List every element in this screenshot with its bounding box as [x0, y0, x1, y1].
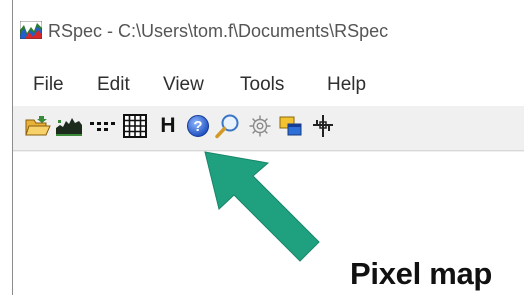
dotted-line-button[interactable] — [89, 112, 117, 140]
overlay-button[interactable] — [277, 112, 305, 140]
menu-tools[interactable]: Tools — [240, 74, 284, 96]
menu-file[interactable]: File — [33, 74, 64, 96]
pixel-map-button[interactable] — [121, 112, 149, 140]
menu-help[interactable]: Help — [327, 74, 366, 96]
svg-text:?: ? — [193, 118, 202, 135]
settings-button[interactable] — [246, 112, 274, 140]
overlay-windows-icon — [279, 116, 302, 136]
crosshair-button[interactable] — [309, 112, 337, 140]
settings-gear-icon — [249, 115, 271, 137]
menu-view[interactable]: View — [163, 74, 204, 96]
open-folder-icon — [25, 116, 51, 136]
app-icon — [20, 21, 42, 39]
menu-edit[interactable]: Edit — [97, 74, 130, 96]
header-h-icon: H — [160, 114, 176, 137]
crosshair-icon — [313, 115, 333, 137]
magnifier-icon — [215, 114, 239, 139]
dotted-line-icon — [90, 122, 115, 131]
help-button[interactable]: ? — [184, 112, 212, 140]
help-icon: ? — [187, 115, 209, 137]
header-button[interactable]: H — [154, 112, 182, 140]
spectrum-profile-icon — [56, 118, 82, 136]
pixel-map-callout: Pixel map — [350, 256, 493, 291]
window-title: RSpec - C:\Users\tom.f\Documents\RSpec — [48, 21, 389, 41]
pixel-map-grid-icon — [123, 114, 147, 138]
annotation-arrow — [204, 151, 320, 262]
zoom-button[interactable] — [214, 112, 242, 140]
profile-button[interactable] — [55, 112, 83, 140]
open-file-button[interactable] — [24, 112, 52, 140]
